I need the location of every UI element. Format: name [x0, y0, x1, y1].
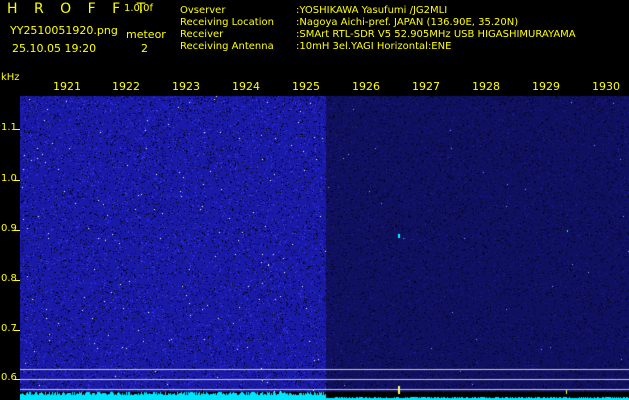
minute-label: 1928: [472, 80, 500, 93]
hroft-window: H R O F F T 1.0.0f YY2510051920.png 25.1…: [0, 0, 629, 400]
minute-label: 1927: [412, 80, 440, 93]
freq-tick-label: 0.9: [1, 223, 17, 234]
info-row-antenna: Receiving Antenna :10mH 3el.YAGI Horizont…: [180, 41, 451, 52]
info-value: :10mH 3el.YAGI Horizontal:ENE: [296, 41, 452, 52]
info-label: Receiver: [180, 29, 224, 40]
minute-label: 1926: [352, 80, 380, 93]
freq-tick-label: 1.0: [1, 173, 17, 184]
minute-label: 1930: [592, 80, 620, 93]
timestamp: 25.10.05 19:20: [12, 42, 97, 55]
info-value: :SMArt RTL-SDR V5 52.905MHz USB HIGASHIM…: [296, 29, 576, 40]
minute-label: 1922: [112, 80, 140, 93]
minute-label: 1925: [292, 80, 320, 93]
info-row-receiver: Receiver :SMArt RTL-SDR V5 52.905MHz USB …: [180, 29, 576, 40]
minute-label: 1924: [232, 80, 260, 93]
frequency-axis: 1.1 1.0 0.9 0.8 0.7 0.6: [0, 80, 20, 400]
freq-tick-label: 0.8: [1, 273, 17, 284]
minute-label: 1921: [53, 80, 81, 93]
info-row-location: Receiving Location :Nagoya Aichi-pref. JA…: [180, 17, 518, 28]
minute-label: 1929: [532, 80, 560, 93]
freq-tick-label: 0.6: [1, 372, 17, 383]
file-name: YY2510051920.png: [10, 24, 118, 37]
minute-label: 1923: [172, 80, 200, 93]
freq-tick-label: 0.7: [1, 323, 17, 334]
minute-labels: 1921 1922 1923 1924 1925 1926 1927 1928 …: [20, 80, 629, 96]
meteor-count: 2: [141, 42, 148, 55]
info-label: Receiving Antenna: [180, 41, 274, 52]
app-version: 1.0.0f: [124, 3, 153, 14]
info-value: :YOSHIKAWA Yasufumi /JG2MLI: [296, 5, 448, 16]
freq-tick-label: 1.1: [1, 122, 17, 133]
spectrogram-panel: 1921 1922 1923 1924 1925 1926 1927 1928 …: [20, 80, 629, 400]
info-label: Receiving Location: [180, 17, 274, 28]
info-row-observer: Ovserver :YOSHIKAWA Yasufumi /JG2MLI: [180, 5, 447, 16]
info-label: Ovserver: [180, 5, 226, 16]
meteor-label: meteor: [126, 28, 166, 41]
info-value: :Nagoya Aichi-pref. JAPAN (136.90E, 35.2…: [296, 17, 519, 28]
spectrogram-canvas: [20, 80, 629, 400]
